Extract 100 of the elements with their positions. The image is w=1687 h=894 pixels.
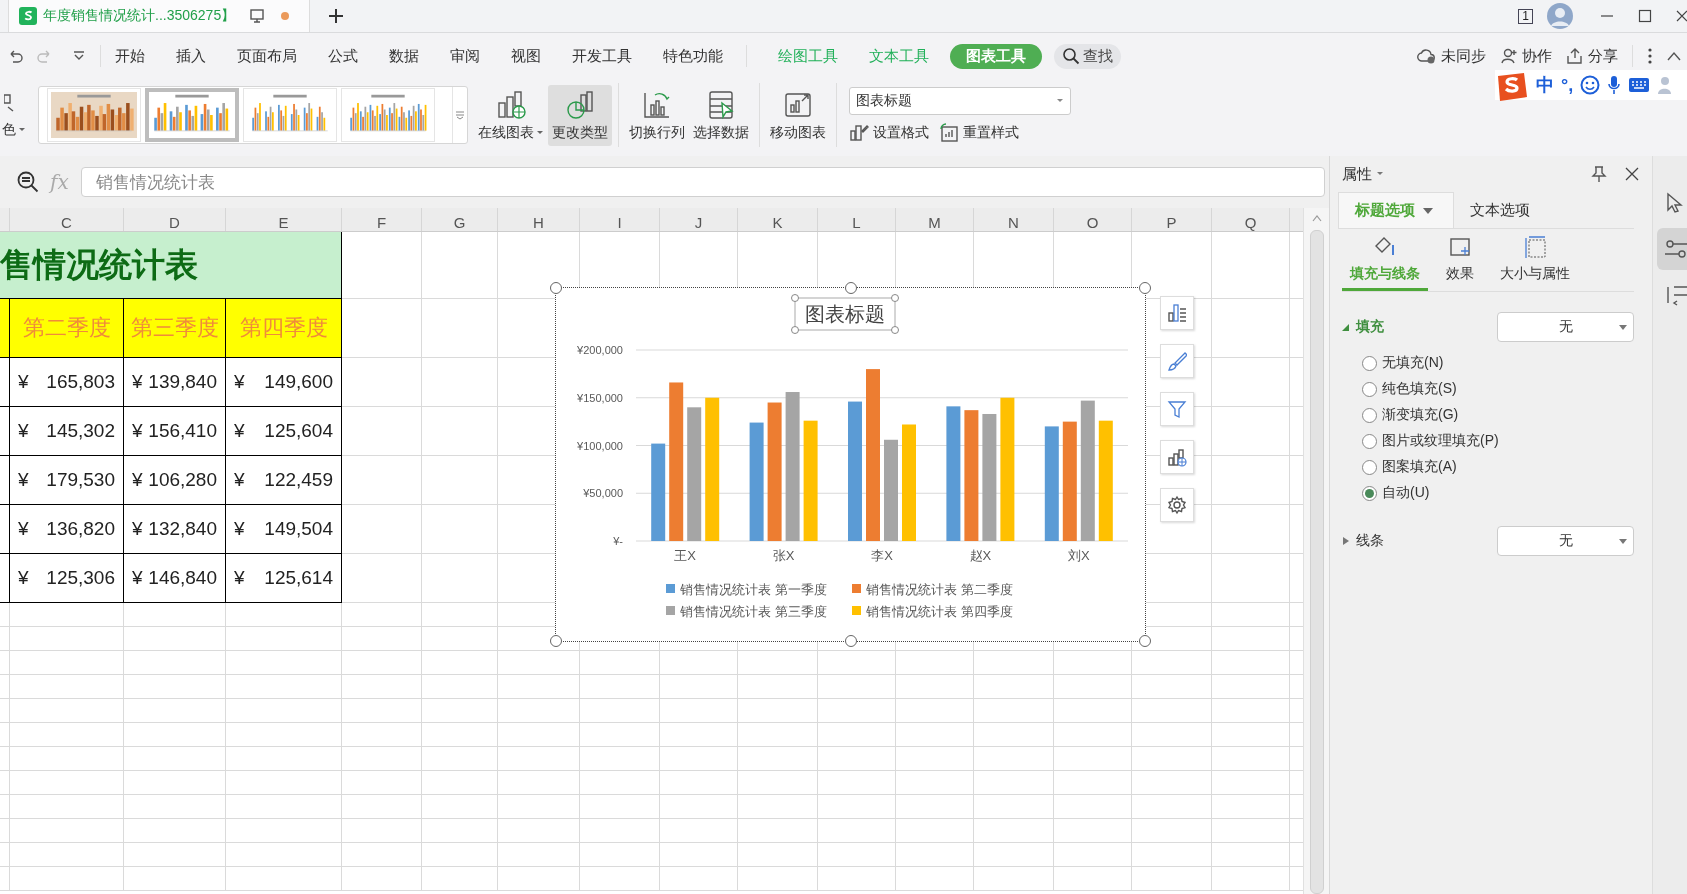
chart-elements-button[interactable] bbox=[1160, 296, 1194, 330]
keyboard-icon[interactable] bbox=[1628, 77, 1651, 93]
monitor-icon[interactable] bbox=[249, 8, 266, 24]
column-header[interactable]: E bbox=[226, 208, 342, 231]
toolbar-action[interactable]: 分享 bbox=[1566, 46, 1618, 66]
ime-logo-icon[interactable] bbox=[1495, 70, 1529, 104]
expanded-triangle-icon bbox=[1342, 322, 1350, 332]
fill-dropdown[interactable]: 无 bbox=[1497, 312, 1634, 342]
radio-option[interactable]: 渐变填充(G) bbox=[1362, 406, 1652, 424]
column-header[interactable]: K bbox=[738, 208, 818, 231]
column-header[interactable]: F bbox=[342, 208, 422, 231]
currency-symbol: ¥ bbox=[18, 420, 29, 442]
toolbar-action[interactable]: 协作 bbox=[1500, 46, 1552, 66]
column-header[interactable]: C bbox=[10, 208, 124, 231]
properties-tab[interactable] bbox=[1657, 228, 1687, 270]
ribbon-button[interactable]: 切换行列 bbox=[625, 84, 689, 146]
ribbon-tab[interactable]: 视图 bbox=[511, 44, 541, 68]
new-tab-icon[interactable] bbox=[328, 8, 344, 24]
section-toggle[interactable]: 线条 bbox=[1342, 532, 1384, 550]
panel-subtab[interactable]: 大小与属性 bbox=[1492, 229, 1578, 291]
pin-icon[interactable] bbox=[1590, 165, 1608, 183]
online-chart-button[interactable] bbox=[1160, 440, 1194, 474]
ribbon-tab[interactable]: 开始 bbox=[115, 44, 145, 68]
chart-style-thumbnail[interactable] bbox=[145, 88, 239, 142]
search-button[interactable]: 查找 bbox=[1054, 43, 1121, 69]
resize-handle[interactable] bbox=[550, 282, 562, 294]
cursor-icon[interactable] bbox=[1665, 192, 1683, 214]
ribbon-tab[interactable]: 审阅 bbox=[450, 44, 480, 68]
ribbon-button[interactable]: 选择数据 bbox=[689, 84, 753, 146]
resize-handle[interactable] bbox=[844, 282, 857, 294]
section-toggle[interactable]: 填充 bbox=[1342, 318, 1384, 336]
settings-button[interactable] bbox=[1160, 488, 1194, 522]
category-label: 张X bbox=[772, 548, 795, 563]
radio-option[interactable]: 自动(U) bbox=[1362, 484, 1652, 502]
ribbon-button[interactable]: 移动图表 bbox=[766, 84, 830, 146]
column-header[interactable]: D bbox=[124, 208, 226, 231]
fill-dropdown[interactable]: 无 bbox=[1497, 526, 1634, 556]
column-header[interactable]: N bbox=[974, 208, 1054, 231]
radio-option[interactable]: 无填充(N) bbox=[1362, 354, 1652, 372]
column-header[interactable]: P bbox=[1132, 208, 1212, 231]
close-icon[interactable] bbox=[1624, 166, 1640, 182]
scrollbar-thumb[interactable] bbox=[1309, 230, 1324, 894]
ribbon-tab[interactable]: 公式 bbox=[328, 44, 358, 68]
toolbar-action[interactable]: 未同步 bbox=[1417, 46, 1486, 66]
column-header[interactable]: O bbox=[1054, 208, 1132, 231]
radio-option[interactable]: 图案填充(A) bbox=[1362, 458, 1652, 476]
radio-button[interactable] bbox=[1362, 459, 1377, 475]
brush-button[interactable] bbox=[1160, 344, 1194, 378]
filter-button[interactable] bbox=[1160, 392, 1194, 426]
list-icon[interactable] bbox=[1665, 284, 1687, 306]
more-icon[interactable] bbox=[1647, 47, 1653, 65]
ribbon-button[interactable]: 更改类型 bbox=[548, 84, 612, 146]
ribbon-tab[interactable]: 页面布局 bbox=[237, 44, 297, 68]
radio-option[interactable]: 纯色填充(S) bbox=[1362, 380, 1652, 398]
formula-field[interactable]: 销售情况统计表 bbox=[80, 167, 1325, 197]
ribbon-button[interactable]: 在线图表 bbox=[474, 84, 548, 146]
microphone-icon[interactable] bbox=[1607, 75, 1622, 95]
gallery-more-icon[interactable] bbox=[455, 110, 465, 120]
resize-handle[interactable] bbox=[550, 635, 562, 647]
panel-title[interactable]: 属性 bbox=[1342, 164, 1372, 184]
column-header[interactable]: G bbox=[422, 208, 498, 231]
ribbon-tab[interactable]: 插入 bbox=[176, 44, 206, 68]
radio-option[interactable]: 图片或纹理填充(P) bbox=[1362, 432, 1652, 450]
collapse-icon[interactable] bbox=[1667, 51, 1681, 61]
column-header[interactable]: L bbox=[818, 208, 896, 231]
radio-button[interactable] bbox=[1362, 381, 1377, 397]
chart-title: 图表标题 bbox=[805, 303, 885, 325]
scroll-up-icon[interactable] bbox=[1311, 214, 1322, 222]
column-header[interactable]: J bbox=[660, 208, 738, 231]
maximize-icon[interactable] bbox=[1637, 8, 1653, 24]
app-logo-icon bbox=[19, 7, 37, 25]
resize-handle[interactable] bbox=[844, 635, 857, 647]
emoji-icon[interactable] bbox=[1580, 75, 1601, 95]
currency-symbol: ¥ bbox=[234, 371, 245, 393]
chart-title[interactable]: 图表标题 bbox=[791, 294, 899, 334]
color-button[interactable]: 色 bbox=[2, 121, 26, 139]
ribbon-tab[interactable]: 开发工具 bbox=[572, 44, 632, 68]
column-header[interactable]: M bbox=[896, 208, 974, 231]
column-header[interactable]: I bbox=[580, 208, 660, 231]
close-icon[interactable] bbox=[1675, 9, 1687, 23]
format-button[interactable]: 设置格式 bbox=[849, 123, 929, 143]
panel-subtab[interactable]: 效果 bbox=[1438, 229, 1482, 291]
radio-button[interactable] bbox=[1362, 407, 1377, 423]
radio-button[interactable] bbox=[1362, 355, 1377, 371]
radio-button[interactable] bbox=[1362, 485, 1377, 501]
radio-button[interactable] bbox=[1362, 433, 1377, 449]
zoom-icon[interactable] bbox=[16, 170, 40, 194]
ime-button[interactable]: °, bbox=[1561, 74, 1574, 96]
panel-tab[interactable]: 文本选项 bbox=[1454, 193, 1546, 228]
format-button[interactable]: 重置样式 bbox=[939, 123, 1019, 143]
amount-text: 125,604 bbox=[264, 420, 333, 442]
chart-element-dropdown[interactable]: 图表标题 bbox=[849, 87, 1071, 115]
axis-label: ¥- bbox=[613, 535, 623, 547]
ribbon-tab[interactable]: 特色功能 bbox=[663, 44, 723, 68]
column-header[interactable]: H bbox=[498, 208, 580, 231]
ribbon-tab[interactable]: 数据 bbox=[389, 44, 419, 68]
resize-handle[interactable] bbox=[1139, 635, 1151, 647]
column-header[interactable]: Q bbox=[1212, 208, 1290, 231]
resize-handle[interactable] bbox=[1139, 282, 1151, 294]
ime-button[interactable]: 中 bbox=[1536, 73, 1554, 97]
